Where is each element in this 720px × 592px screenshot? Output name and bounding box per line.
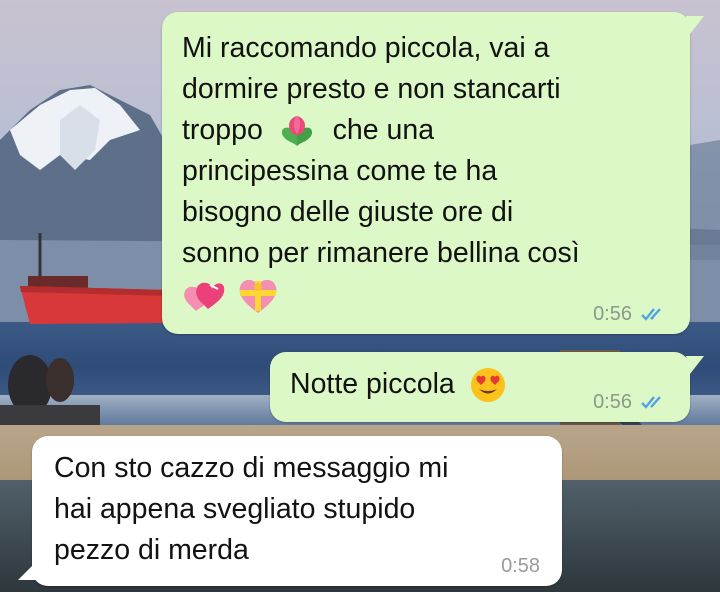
message-meta: 0:56 xyxy=(593,302,668,326)
message-text-line: hai appena svegliato stupido xyxy=(54,493,416,525)
message-text-line-with-emoji: troppo che una xyxy=(182,110,670,151)
heart-eyes-emoji xyxy=(470,368,505,403)
double-check-read-icon xyxy=(641,308,661,321)
double-check-read-icon xyxy=(641,396,661,409)
message-bubble-outgoing[interactable]: Mi raccomando piccola, vai a dormire pre… xyxy=(162,12,704,334)
message-text-line: sonno per rimanere bellina così xyxy=(182,237,580,269)
message-timestamp: 0:56 xyxy=(593,391,632,413)
tulip-emoji xyxy=(281,116,312,147)
message-text-line: Con sto cazzo di messaggio mi xyxy=(54,452,449,484)
message-meta: 0:56 xyxy=(593,390,668,414)
message-text: Notte piccola xyxy=(290,368,455,400)
gift-heart-emoji xyxy=(239,280,277,314)
message-timestamp: 0:56 xyxy=(593,303,632,325)
bubble-tail xyxy=(18,562,36,580)
message-text-line: bisogno delle giuste ore di xyxy=(182,196,514,228)
heart-ribbon-emoji xyxy=(184,283,225,312)
message-bubble-incoming[interactable]: Con sto cazzo di messaggio mi hai appena… xyxy=(18,436,562,586)
message-text-line: pezzo di merda xyxy=(54,534,249,566)
wallpaper-people xyxy=(0,355,100,435)
message-text-line: dormire presto e non stancarti xyxy=(182,73,561,105)
bubble-tail xyxy=(686,16,704,34)
message-text-fragment: che una xyxy=(332,114,435,146)
message-bubble-outgoing[interactable]: Notte piccola 0:56 xyxy=(270,352,704,422)
message-timestamp: 0:58 xyxy=(501,555,540,577)
message-meta: 0:58 xyxy=(501,554,540,578)
message-text-line: principessina come te ha xyxy=(182,155,498,187)
wallpaper-ship xyxy=(20,233,168,324)
bubble-tail xyxy=(686,356,704,374)
message-text-line: Mi raccomando piccola, vai a xyxy=(182,32,550,64)
message-text-fragment: troppo xyxy=(182,114,263,146)
